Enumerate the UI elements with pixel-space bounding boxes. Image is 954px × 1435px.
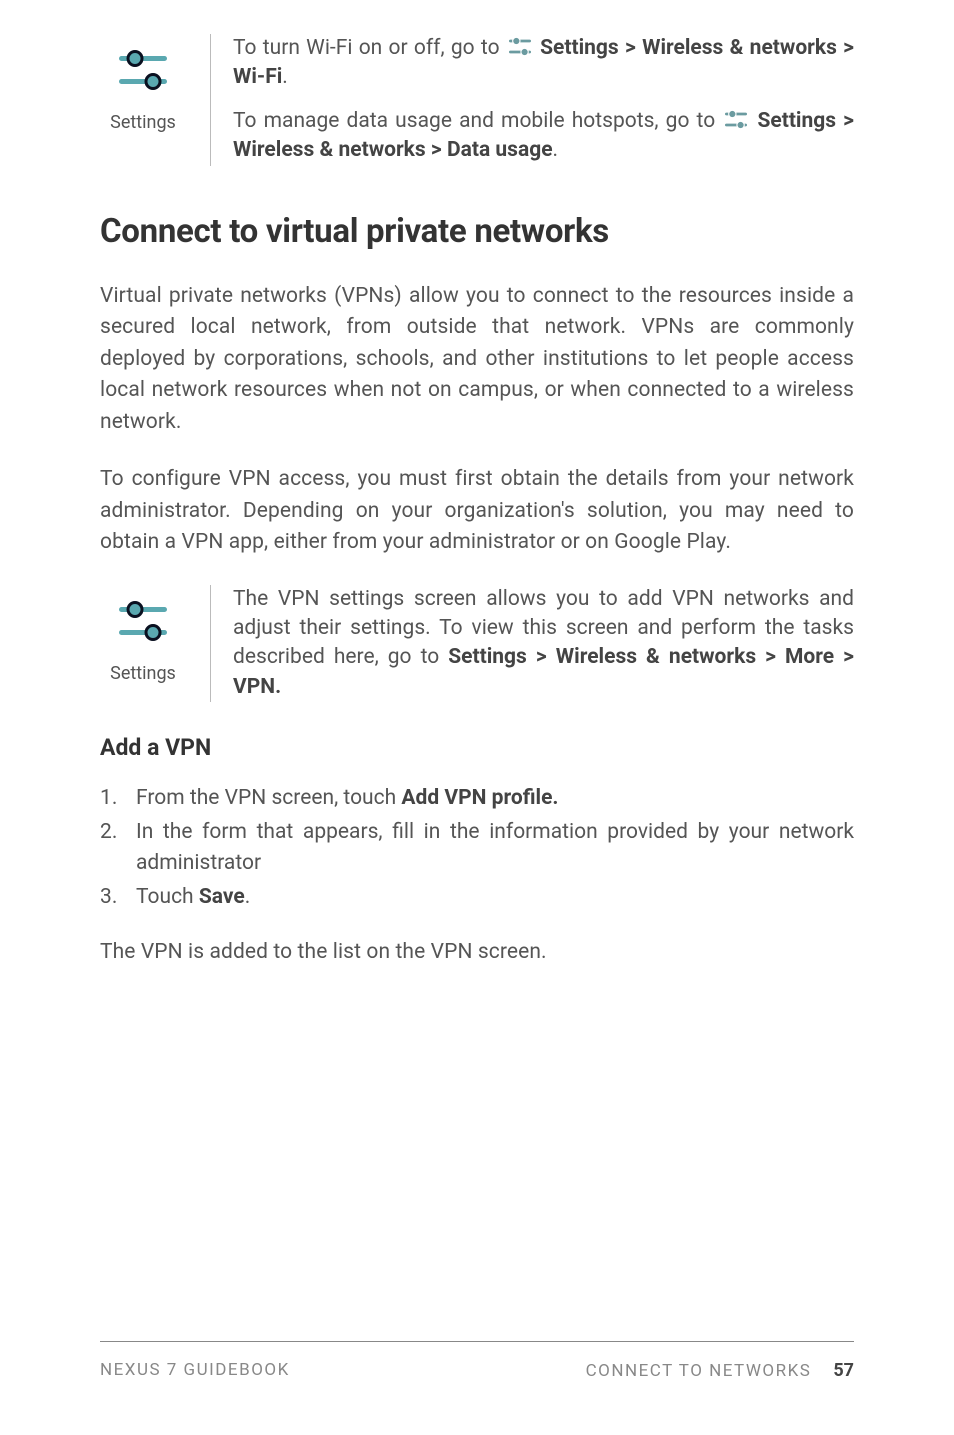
data-usage-instruction: To manage data usage and mobile hotspots… [233,107,854,166]
settings-app-icon [107,585,179,657]
sliders-icon [506,36,534,58]
settings-app-icon [107,34,179,106]
list-item: Touch Save. [100,882,854,914]
text: Touch [136,885,199,909]
vpn-config-para: To configure VPN access, you must first … [100,464,854,559]
text: To turn Wi-Fi on or off, go to [233,36,506,60]
vpn-settings-instruction: The VPN settings screen allows you to ad… [233,585,854,703]
page-number: 57 [833,1360,854,1381]
list-item: In the form that appears, fill in the in… [100,817,854,880]
bold-text: Add VPN profile. [401,786,558,810]
icon-column: Settings [100,34,210,133]
text: . [282,65,288,89]
bold-text: Save [199,885,245,909]
info-block-vpn: Settings The VPN settings screen allows … [100,585,854,703]
text: . [553,138,559,162]
text: From the VPN screen, touch [136,786,401,810]
footer-right: CONNECT TO NETWORKS 57 [586,1360,854,1381]
subheading-add-vpn: Add a VPN [100,734,854,761]
vpn-added-note: The VPN is added to the list on the VPN … [100,937,854,969]
vpn-intro-para: Virtual private networks (VPNs) allow yo… [100,281,854,439]
text: To manage data usage and mobile hotspots… [233,109,722,133]
page-footer: NEXUS 7 GUIDEBOOK CONNECT TO NETWORKS 57 [100,1341,854,1381]
footer-section: CONNECT TO NETWORKS [586,1361,812,1381]
footer-left: NEXUS 7 GUIDEBOOK [100,1360,290,1381]
icon-caption: Settings [100,663,186,684]
icon-caption: Settings [100,112,186,133]
info-block-wifi: Settings To turn Wi-Fi on or off, go to … [100,34,854,166]
sliders-icon [722,109,750,131]
text: . [245,885,251,909]
wifi-instruction: To turn Wi-Fi on or off, go to Settings … [233,34,854,93]
list-item: From the VPN screen, touch Add VPN profi… [100,783,854,815]
add-vpn-steps: From the VPN screen, touch Add VPN profi… [100,783,854,913]
info-text: To turn Wi-Fi on or off, go to Settings … [210,34,854,166]
section-heading: Connect to virtual private networks [100,212,854,251]
icon-column: Settings [100,585,210,684]
info-text: The VPN settings screen allows you to ad… [210,585,854,703]
